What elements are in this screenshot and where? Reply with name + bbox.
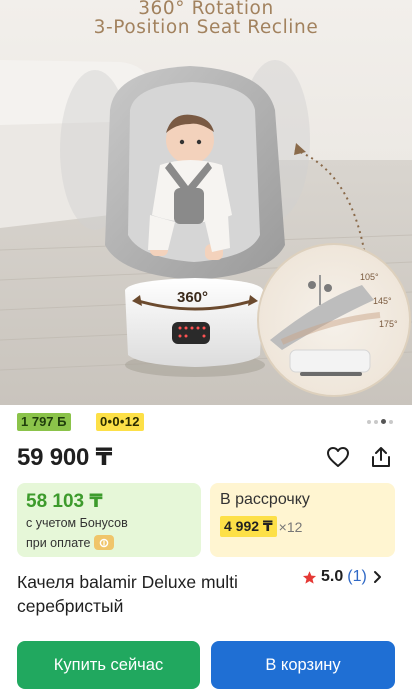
installment-badge: 0•0•12 (96, 413, 144, 431)
hero-title-line-2: 3-Position Seat Recline (93, 17, 319, 38)
product-page: 360° Rotation 3-Position Seat Recline 36… (0, 0, 412, 699)
chevron-right-icon (373, 571, 381, 583)
bonus-price-note: с учетом Бонусов (26, 516, 128, 530)
bonus-price-amount: 58 103 ₸ (26, 491, 103, 512)
installment-row: 4 992 ₸ ×12 (220, 516, 302, 537)
installment-monthly-amount: 4 992 ₸ (220, 516, 277, 537)
hero-title-line-1: 360° Rotation (138, 0, 274, 19)
installment-card[interactable]: В рассрочку 4 992 ₸ ×12 (210, 483, 395, 557)
hero-title: 360° Rotation 3-Position Seat Recline (0, 0, 412, 37)
heart-icon (327, 447, 349, 467)
rating-summary[interactable]: 5.0 (1) (302, 568, 383, 586)
bonus-price-card[interactable]: 58 103 ₸ с учетом Бонусов при оплате (17, 483, 201, 557)
gallery-dot[interactable] (389, 419, 393, 424)
review-count[interactable]: (1) (347, 568, 367, 586)
star-icon (302, 570, 317, 584)
bonus-badge: 1 797 Б (17, 413, 71, 431)
product-name: Качеля balamir Deluxe multi серебристый (17, 572, 238, 616)
recline-angle-105: 105° (360, 272, 379, 282)
add-to-cart-button[interactable]: В корзину (211, 641, 395, 689)
product-price: 59 900 ₸ (17, 444, 113, 471)
installment-label: В рассрочку (220, 491, 310, 508)
bonus-price-note-2: при оплате (26, 535, 115, 550)
installment-months: ×12 (278, 518, 303, 535)
bonus-price-note-2-text: при оплате (26, 535, 91, 550)
recline-angle-145: 145° (373, 296, 392, 306)
gallery-pagination[interactable] (367, 419, 393, 424)
rating-value: 5.0 (321, 568, 344, 585)
badges-row: 1 797 Б 0•0•12 (17, 413, 395, 431)
share-icon (372, 447, 390, 467)
gallery-dot[interactable] (367, 419, 371, 424)
bonus-coin-icon (94, 535, 115, 550)
buy-now-button[interactable]: Купить сейчас (17, 641, 200, 689)
gallery-dot[interactable] (374, 419, 378, 424)
share-button[interactable] (367, 443, 395, 471)
product-photo-illustration (0, 0, 412, 405)
rotation-label: 360° (177, 289, 209, 306)
gallery-dot-active[interactable] (381, 419, 386, 424)
recline-angle-175: 175° (379, 319, 398, 329)
favorite-button[interactable] (324, 443, 352, 471)
product-image[interactable]: 360° Rotation 3-Position Seat Recline 36… (0, 0, 412, 405)
